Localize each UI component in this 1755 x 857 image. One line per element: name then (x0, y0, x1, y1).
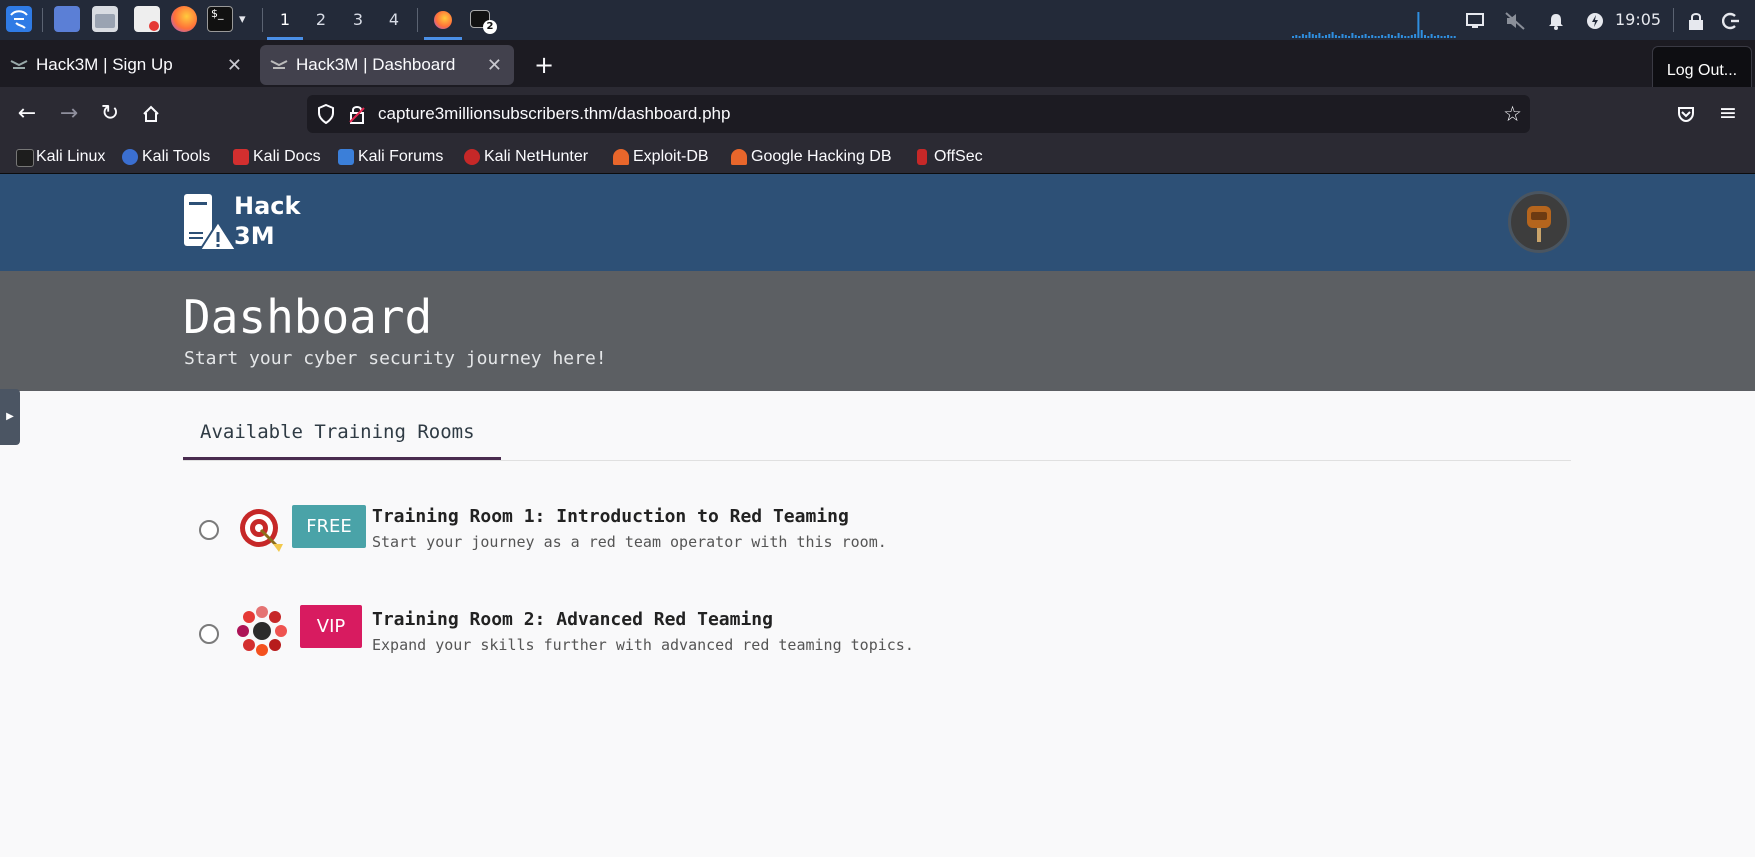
room-2-radio[interactable] (199, 624, 219, 644)
tab-title: Hack3M | Sign Up (36, 55, 173, 74)
rooms-tab-bar: Available Training Rooms (183, 412, 1571, 461)
logo-text-top: Hack (234, 192, 301, 220)
bookmark-offsec[interactable]: OffSec (912, 141, 983, 173)
kali-forums-icon (338, 149, 354, 165)
taskbar-separator (42, 8, 43, 32)
tab-sign-up[interactable]: Hack3M | Sign Up ✕ (0, 45, 254, 85)
bookmark-star-icon[interactable]: ☆ (1503, 95, 1522, 133)
bookmark-label: Kali Linux (36, 148, 106, 165)
terminal-icon[interactable]: $_ (207, 6, 233, 32)
firefox-icon[interactable] (171, 6, 197, 32)
workspace-4[interactable]: 4 (376, 0, 412, 40)
bookmark-kali-docs[interactable]: Kali Docs (231, 141, 321, 173)
browser-tab-strip: Hack3M | Sign Up ✕ Hack3M | Dashboard ✕ … (0, 40, 1755, 87)
hack3m-logo[interactable]: Hack 3M (182, 192, 312, 254)
hack3m-favicon-icon (10, 60, 28, 69)
room-2-title[interactable]: Training Room 2: Advanced Red Teaming (372, 609, 773, 630)
clock[interactable]: 19:05 (1615, 0, 1661, 40)
back-icon[interactable]: ← (10, 97, 44, 131)
bookmark-exploit-db[interactable]: Exploit-DB (611, 141, 709, 173)
menu-icon[interactable]: ≡ (1711, 97, 1745, 131)
chevron-down-icon[interactable]: ▾ (239, 0, 246, 40)
new-tab-button[interactable]: + (526, 45, 562, 85)
bookmark-kali-nethunter[interactable]: Kali NetHunter (462, 141, 588, 173)
server-warning-icon (184, 194, 238, 251)
workspace-1[interactable]: 1 (267, 0, 303, 40)
kali-menu-icon[interactable] (6, 6, 32, 32)
bookmark-label: OffSec (934, 148, 983, 165)
pocket-icon[interactable] (1669, 97, 1703, 131)
bell-icon[interactable] (1547, 0, 1565, 40)
bookmark-kali-forums[interactable]: Kali Forums (336, 141, 443, 173)
page-title: Dashboard (183, 290, 433, 344)
side-panel-handle[interactable]: ▶ (0, 389, 20, 445)
bookmark-label: Kali NetHunter (484, 148, 589, 165)
workspace-2[interactable]: 2 (303, 0, 339, 40)
exploit-db-icon (613, 149, 629, 165)
logo-text-bottom: 3M (234, 222, 275, 250)
bookmark-kali-tools[interactable]: Kali Tools (120, 141, 210, 173)
target-icon (240, 509, 283, 552)
bookmark-google-hacking-db[interactable]: Google Hacking DB (729, 141, 892, 173)
room-1-radio[interactable] (199, 520, 219, 540)
avatar[interactable] (1508, 191, 1570, 253)
ghdb-icon (731, 149, 747, 165)
close-icon[interactable]: ✕ (227, 45, 242, 85)
workspace-3[interactable]: 3 (340, 0, 376, 40)
tab-title: Hack3M | Dashboard (296, 55, 456, 74)
hack3m-favicon-icon (270, 60, 288, 69)
vip-badge: VIP (300, 605, 362, 648)
kali-tools-icon (122, 149, 138, 165)
taskbar-separator (1673, 8, 1674, 32)
red-team-cluster-icon (237, 606, 287, 656)
bookmark-label: Google Hacking DB (751, 148, 892, 165)
bookmark-label: Kali Docs (253, 148, 321, 165)
taskbar-separator (262, 8, 263, 32)
room-1-title[interactable]: Training Room 1: Introduction to Red Tea… (372, 506, 849, 527)
taskbar-separator (417, 8, 418, 32)
bookmarks-bar: Kali Linux Kali Tools Kali Docs Kali For… (0, 141, 1755, 174)
file-manager-icon[interactable] (92, 6, 118, 32)
address-bar[interactable]: capture3millionsubscribers.thm/dashboard… (307, 95, 1530, 133)
terminal-count-badge: 2 (483, 20, 497, 34)
page-subtitle: Start your cyber security journey here! (184, 348, 607, 369)
home-icon[interactable] (134, 97, 168, 131)
lock-icon[interactable] (1688, 0, 1704, 40)
forward-icon[interactable]: → (52, 97, 86, 131)
reload-icon[interactable]: ↻ (93, 97, 127, 131)
os-taskbar: $_ ▾ 1 2 3 4 2 19:05 (0, 0, 1755, 40)
display-icon[interactable] (1466, 0, 1484, 40)
shield-icon[interactable] (317, 104, 335, 124)
firefox-window-icon[interactable] (424, 0, 462, 40)
kali-icon (16, 149, 34, 167)
bookmark-kali-linux[interactable]: Kali Linux (14, 141, 105, 173)
offsec-icon (917, 149, 927, 165)
audio-visualizer (1292, 12, 1456, 38)
nethunter-icon (464, 149, 480, 165)
bookmark-label: Kali Forums (358, 148, 444, 165)
volume-muted-icon[interactable] (1505, 0, 1525, 40)
kali-docs-icon (233, 149, 249, 165)
bookmark-label: Exploit-DB (633, 148, 709, 165)
room-1-description: Start your journey as a red team operato… (372, 533, 887, 551)
text-editor-icon[interactable] (134, 6, 160, 32)
free-badge: FREE (292, 505, 366, 548)
tab-available-training-rooms[interactable]: Available Training Rooms (183, 412, 501, 460)
room-2-description: Expand your skills further with advanced… (372, 636, 914, 654)
bookmark-label: Kali Tools (142, 148, 211, 165)
list-item-room-1[interactable]: FREE Training Room 1: Introduction to Re… (183, 500, 1083, 560)
logout-icon[interactable] (1721, 0, 1740, 40)
browser-toolbar: ← → ↻ capture3millionsubscribers.thm/das… (0, 87, 1755, 141)
desktop-icon[interactable] (54, 6, 80, 32)
terminal-window-icon[interactable]: 2 (470, 10, 497, 34)
power-manager-icon[interactable] (1586, 0, 1604, 40)
list-item-room-2[interactable]: VIP Training Room 2: Advanced Red Teamin… (183, 603, 1083, 663)
close-icon[interactable]: ✕ (487, 45, 502, 85)
lock-warning-icon[interactable] (349, 104, 365, 124)
url-text[interactable]: capture3millionsubscribers.thm/dashboard… (378, 95, 730, 133)
user-avatar-icon (1527, 206, 1551, 242)
tab-dashboard[interactable]: Hack3M | Dashboard ✕ (260, 45, 514, 85)
